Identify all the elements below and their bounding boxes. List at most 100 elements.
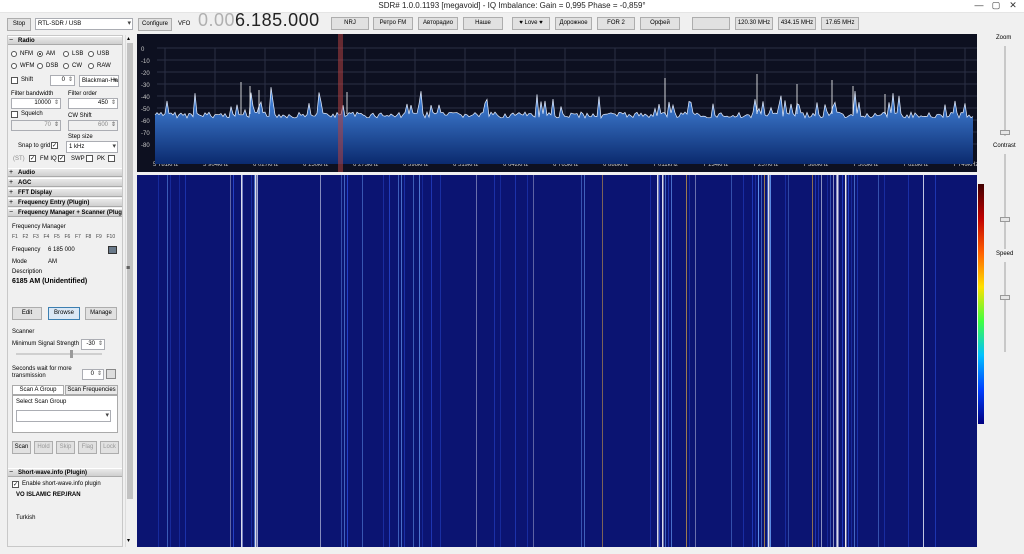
mode-radio-lsb[interactable] (63, 51, 69, 57)
fkey-button[interactable]: F5 (54, 234, 60, 240)
section-radio[interactable]: − Radio (8, 36, 122, 45)
fkey-button[interactable]: F7 (75, 234, 81, 240)
fkey-button[interactable]: F2 (23, 234, 29, 240)
mode-radio-dsb[interactable] (37, 63, 43, 69)
fkey-button[interactable]: F9 (96, 234, 102, 240)
scan-hold-button[interactable]: Hold (34, 441, 53, 454)
signal-slider-thumb[interactable] (70, 350, 73, 358)
preset-button[interactable]: ♥ Love ♥ (512, 17, 550, 30)
window-select[interactable]: Blackman-Har (79, 75, 119, 87)
waterfall-graph (158, 175, 936, 547)
scroll-up-icon[interactable]: ▴ (127, 35, 130, 42)
scan-lock-button[interactable]: Lock (100, 441, 119, 454)
fmiq-checkbox[interactable]: ✓ (58, 155, 65, 162)
squelch-input[interactable]: 70 (11, 120, 61, 131)
splitter-grip-icon[interactable]: ≡ (126, 265, 130, 272)
zoom-slider-thumb[interactable] (1000, 130, 1010, 135)
mode-radio-usb[interactable] (88, 51, 94, 57)
waterfall-trace (770, 175, 771, 547)
section-shortwave[interactable]: − Short-wave.info (Plugin) (8, 468, 122, 477)
fkey-button[interactable]: F6 (65, 234, 71, 240)
waterfall-trace (671, 175, 672, 547)
min-signal-input[interactable]: -30 (81, 339, 105, 350)
mode-radio-cw[interactable] (63, 63, 69, 69)
maximize-button[interactable]: ▢ (989, 0, 1003, 11)
preset-button[interactable]: Наше (463, 17, 503, 30)
edit-button[interactable]: Edit (12, 307, 42, 320)
contrast-slider-thumb[interactable] (1000, 217, 1010, 222)
waterfall-display[interactable] (137, 175, 977, 547)
section-frequency[interactable]: − Frequency Manager + Scanner (Plugin) (8, 208, 122, 217)
section-fft[interactable]: + FFT Display (8, 188, 122, 197)
filter-order-input[interactable]: 450 (68, 98, 118, 109)
speed-slider-track[interactable] (1004, 262, 1006, 352)
scan-skip-button[interactable]: Skip (56, 441, 75, 454)
section-agc[interactable]: + AGC (8, 178, 122, 187)
fkey-button[interactable]: F4 (44, 234, 50, 240)
cw-shift-input[interactable]: 600 (68, 120, 118, 131)
minimize-button[interactable]: — (972, 0, 986, 11)
mode-radio-wfm[interactable] (11, 63, 17, 69)
close-button[interactable]: ✕ (1006, 0, 1020, 11)
scroll-down-icon[interactable]: ▾ (127, 537, 130, 544)
st-checkbox[interactable]: ✓ (29, 155, 36, 162)
mode-radio-am[interactable] (37, 51, 43, 57)
preset-button[interactable]: Орфей (640, 17, 680, 30)
waterfall-trace (413, 175, 414, 547)
enable-shortwave-checkbox[interactable]: ✓ (12, 481, 19, 488)
waterfall-trace (761, 175, 762, 547)
device-select[interactable]: RTL-SDR / USB (35, 18, 133, 30)
zoom-slider-track[interactable] (1004, 46, 1006, 136)
save-icon[interactable] (108, 246, 117, 254)
window-title: SDR# 1.0.0.1193 [megavoid] - IQ Imbalanc… (378, 1, 646, 10)
squelch-checkbox[interactable] (11, 111, 18, 118)
fkey-button[interactable]: F3 (33, 234, 39, 240)
spectrum-analyzer[interactable]: 0 -10 -20 -30 -40 -50 -60 -70 -80 5 781kHz 5 904kH… (137, 34, 978, 172)
filter-bandwidth-label: Filter bandwidth (11, 91, 54, 97)
scan-group-select[interactable] (16, 410, 111, 422)
speed-label: Speed (996, 251, 1014, 257)
mode-radio-nfm[interactable] (11, 51, 17, 57)
waterfall-trace (884, 175, 885, 547)
preset-button[interactable]: Дорожное (555, 17, 592, 30)
preset-button[interactable]: 434.15 MHz (778, 17, 816, 30)
signal-slider-track[interactable] (16, 353, 102, 355)
mode-label: DSB (46, 63, 59, 69)
filter-bandwidth-input[interactable]: 10000 (11, 98, 61, 109)
preset-button[interactable]: 120.30 MHz (735, 17, 773, 30)
pencil-icon[interactable] (106, 369, 116, 379)
scan-flag-button[interactable]: Flag (78, 441, 97, 454)
seconds-wait-input[interactable]: 0 (82, 369, 104, 380)
section-frequency[interactable]: + Frequency Entry (Plugin) (8, 198, 122, 207)
fkey-button[interactable]: F8 (86, 234, 92, 240)
shift-checkbox[interactable] (11, 77, 18, 84)
manage-button[interactable]: Manage (85, 307, 117, 320)
step-size-select[interactable]: 1 kHz (66, 141, 118, 153)
pk-checkbox[interactable] (108, 155, 115, 162)
fkey-button[interactable]: F10 (107, 234, 116, 240)
snap-to-grid-checkbox[interactable]: ✓ (51, 142, 58, 149)
mode-radio-raw[interactable] (88, 63, 94, 69)
scan-scan-button[interactable]: Scan (12, 441, 31, 454)
browse-button[interactable]: Browse (48, 307, 80, 320)
stop-button[interactable]: Stop (7, 18, 31, 31)
shift-input[interactable]: 0 (50, 75, 75, 86)
preset-button[interactable]: Авторадио (418, 17, 458, 30)
speed-slider-thumb[interactable] (1000, 295, 1010, 300)
select-scan-group-label: Select Scan Group (16, 399, 67, 405)
fkey-button[interactable]: F1 (12, 234, 18, 240)
section-audio[interactable]: + Audio (8, 168, 122, 177)
preset-button[interactable] (692, 17, 730, 30)
preset-button[interactable]: Ретро FM (373, 17, 413, 30)
vfo-frequency-display[interactable]: 0.006.185.000 (198, 10, 320, 31)
swap-checkbox[interactable] (86, 155, 93, 162)
tab-scan-frequencies[interactable]: Scan Frequencies (65, 385, 118, 395)
configure-button[interactable]: Configure (138, 18, 172, 31)
vfo-marker[interactable] (338, 34, 343, 172)
preset-button[interactable]: NRJ (331, 17, 369, 30)
preset-button[interactable]: 17.65 MHz (821, 17, 859, 30)
contrast-slider-track[interactable] (1004, 154, 1006, 249)
tab-scan-a-group[interactable]: Scan A Group (12, 385, 64, 395)
panel-scrollbar[interactable]: ▴ ▾ (125, 35, 134, 547)
preset-button[interactable]: FOR 2 (597, 17, 635, 30)
